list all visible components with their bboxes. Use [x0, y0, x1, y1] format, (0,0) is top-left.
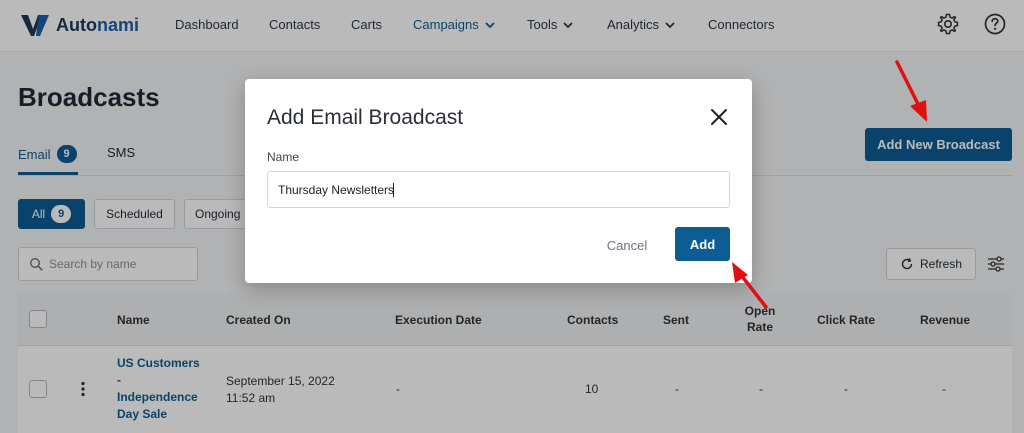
dialog-title: Add Email Broadcast: [267, 106, 464, 129]
add-button[interactable]: Add: [675, 227, 730, 261]
add-email-broadcast-dialog: Add Email Broadcast Name Cancel Add: [245, 79, 752, 283]
close-icon[interactable]: [709, 107, 729, 127]
text-cursor: [393, 183, 394, 197]
broadcast-name-input[interactable]: [267, 171, 730, 208]
cancel-button[interactable]: Cancel: [597, 232, 657, 258]
name-field-label: Name: [267, 150, 300, 164]
